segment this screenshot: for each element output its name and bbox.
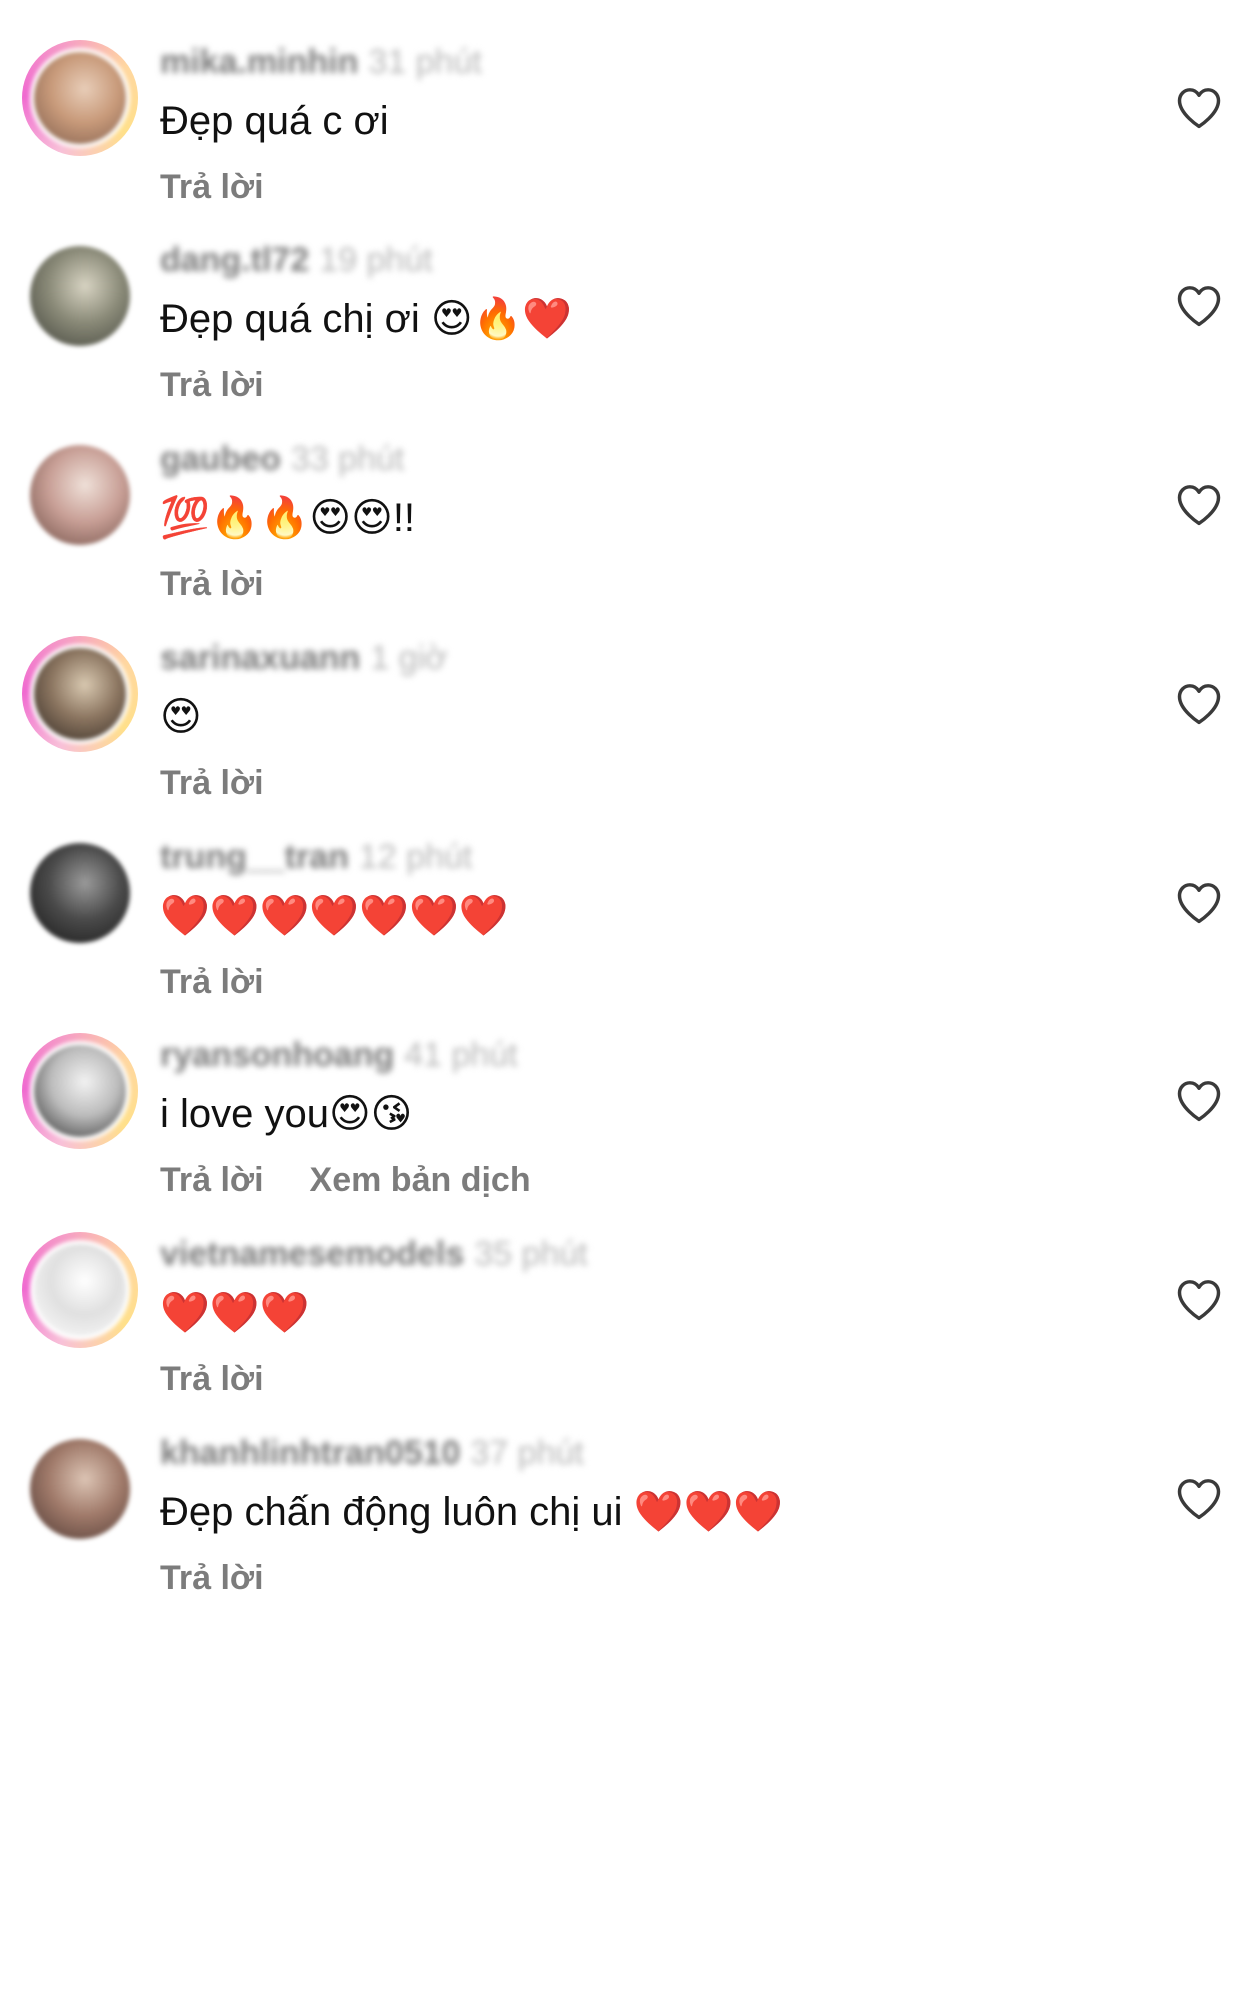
heart-outline-icon [1177, 485, 1221, 526]
heart-outline-icon [1177, 883, 1221, 924]
comment-text: Đẹp quá chị ơi 😍🔥❤️ [160, 297, 573, 341]
heart-outline-icon [1177, 1280, 1221, 1321]
comment-text: Đẹp quá c ơi [160, 99, 389, 143]
avatar-image [30, 1240, 130, 1340]
comment-meta: trung__tran 12 phút [160, 835, 472, 879]
comment-text: i love you😍😘 [160, 1092, 413, 1136]
comment-list: mika.minhin 31 phút Đẹp quá c ơi Trả lời dan… [0, 0, 1255, 2013]
avatar[interactable] [22, 40, 138, 156]
like-button[interactable] [1173, 280, 1225, 332]
comment-text: ❤️❤️❤️❤️❤️❤️❤️ [160, 894, 509, 938]
comment-meta: khanhlinhtran0510 37 phút [160, 1431, 584, 1475]
comment-meta: sarinaxuann 1 giờ [160, 636, 447, 680]
timestamp: 1 giờ [370, 639, 448, 677]
comment-item: khanhlinhtran0510 37 phút Đẹp chấn động lu… [0, 1391, 1255, 1641]
comment-text: ❤️❤️❤️ [160, 1291, 310, 1335]
heart-outline-icon [1177, 88, 1221, 129]
avatar-image [30, 1439, 130, 1539]
avatar[interactable] [30, 843, 130, 943]
comment-text: 😍 [160, 695, 202, 739]
avatar[interactable] [30, 1439, 130, 1539]
heart-outline-icon [1177, 1479, 1221, 1520]
avatar-image [30, 48, 130, 148]
timestamp: 41 phút [404, 1036, 518, 1074]
like-button[interactable] [1173, 1274, 1225, 1326]
like-button[interactable] [1173, 678, 1225, 730]
heart-outline-icon [1177, 684, 1221, 725]
avatar-image [30, 246, 130, 346]
username[interactable]: trung__tran [160, 838, 349, 876]
comment-meta: gaubeo 33 phút [160, 437, 404, 481]
avatar[interactable] [22, 636, 138, 752]
timestamp: 35 phút [474, 1235, 588, 1273]
avatar[interactable] [22, 1232, 138, 1348]
like-button[interactable] [1173, 82, 1225, 134]
timestamp: 12 phút [358, 838, 473, 876]
username[interactable]: mika.minhin [160, 43, 358, 81]
timestamp: 19 phút [319, 241, 433, 279]
heart-outline-icon [1177, 286, 1221, 327]
comment-meta: ryansonhoang 41 phút [160, 1033, 518, 1077]
like-button[interactable] [1173, 877, 1225, 929]
avatar-image [30, 843, 130, 943]
avatar-image [30, 1041, 130, 1141]
comment-text: Đẹp chấn động luôn chị ui ❤️❤️❤️ [160, 1490, 784, 1534]
comment-text: 💯🔥🔥😍😍!! [160, 496, 416, 540]
username[interactable]: sarinaxuann [160, 639, 360, 677]
like-button[interactable] [1173, 1473, 1225, 1525]
timestamp: 33 phút [290, 440, 405, 478]
comment-meta: vietnamesemodels 35 phút [160, 1232, 588, 1276]
like-button[interactable] [1173, 1075, 1225, 1127]
username[interactable]: dang.tl72 [160, 241, 309, 279]
comment-meta: mika.minhin 31 phút [160, 40, 482, 84]
username[interactable]: khanhlinhtran0510 [160, 1434, 460, 1472]
username[interactable]: vietnamesemodels [160, 1235, 464, 1273]
username[interactable]: ryansonhoang [160, 1036, 394, 1074]
comment-actions: Trả lời [160, 1555, 310, 1601]
heart-outline-icon [1177, 1081, 1221, 1122]
reply-button[interactable]: Trả lời [160, 1555, 264, 1601]
avatar[interactable] [30, 445, 130, 545]
comment-meta: dang.tl72 19 phút [160, 238, 433, 282]
like-button[interactable] [1173, 479, 1225, 531]
username[interactable]: gaubeo [160, 440, 281, 478]
avatar-image [30, 644, 130, 744]
avatar[interactable] [22, 1033, 138, 1149]
timestamp: 37 phút [470, 1434, 584, 1472]
avatar-image [30, 445, 130, 545]
avatar[interactable] [30, 246, 130, 346]
timestamp: 31 phút [368, 43, 482, 81]
